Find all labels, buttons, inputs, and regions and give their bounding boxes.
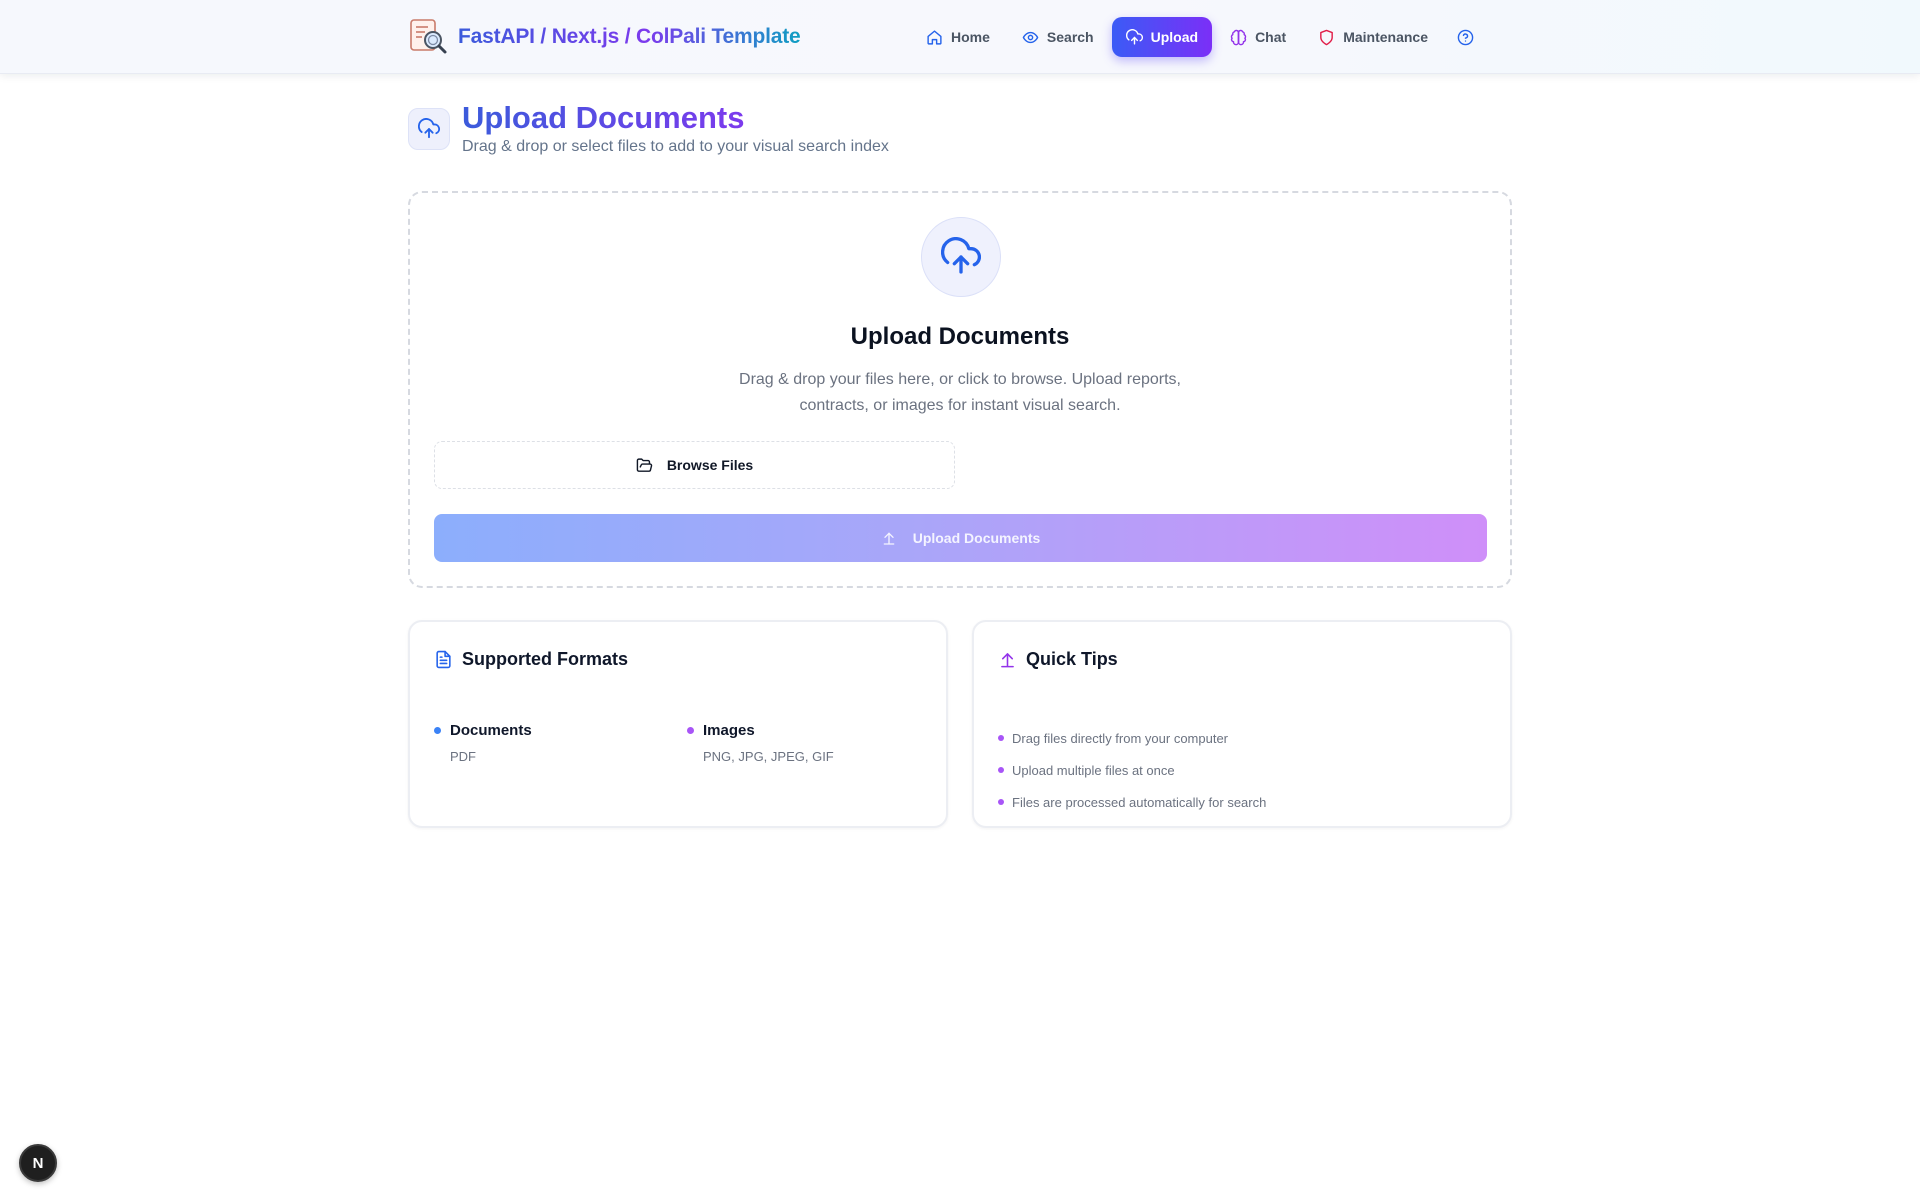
page-title: Upload Documents xyxy=(462,100,745,135)
list-item: Drag files directly from your computer xyxy=(998,722,1266,754)
images-dot xyxy=(687,727,694,734)
documents-dot xyxy=(434,727,441,734)
home-icon xyxy=(926,29,943,46)
format-documents: Documents PDF xyxy=(434,722,532,764)
dropzone-title: Upload Documents xyxy=(850,323,1070,350)
upload-documents-button[interactable]: Upload Documents xyxy=(434,514,1487,562)
bullet-dot xyxy=(998,735,1004,741)
nav-label-home: Home xyxy=(951,29,990,45)
cloud-upload-icon xyxy=(408,108,450,150)
format-name: Documents xyxy=(450,722,532,739)
nav-item-maintenance[interactable]: Maintenance xyxy=(1304,17,1442,57)
help-button[interactable] xyxy=(1448,20,1482,54)
quick-tips-title: Quick Tips xyxy=(1026,649,1118,669)
app-title: FastAPI / Next.js / ColPali Template xyxy=(458,25,801,48)
page-subtitle: Drag & drop or select files to add to yo… xyxy=(462,138,889,155)
nav-label-chat: Chat xyxy=(1255,29,1287,45)
bullet-dot xyxy=(998,767,1004,773)
tip-text: Files are processed automatically for se… xyxy=(1012,794,1267,810)
nav-label-maintenance: Maintenance xyxy=(1343,29,1428,45)
format-types: PNG, JPG, JPEG, GIF xyxy=(703,749,834,764)
main-nav: Home Search Upload Chat Maintenance xyxy=(912,17,1482,57)
nav-item-upload[interactable]: Upload xyxy=(1111,17,1213,57)
upload-documents-label: Upload Documents xyxy=(912,530,1041,546)
nav-label-search: Search xyxy=(1046,29,1094,45)
bullet-dot xyxy=(998,799,1004,805)
supported-formats-card: Supported Formats Documents PDF Images P… xyxy=(408,620,948,828)
brand[interactable]: FastAPI / Next.js / ColPali Template xyxy=(408,18,801,56)
folder-open-icon xyxy=(636,457,653,474)
list-item: Files are processed automatically for se… xyxy=(998,786,1266,818)
eye-icon xyxy=(1022,29,1039,46)
document-search-icon xyxy=(408,18,448,56)
tip-text: Upload multiple files at once xyxy=(1012,762,1175,778)
nav-item-chat[interactable]: Chat xyxy=(1216,17,1300,57)
upload-dropzone[interactable]: Upload Documents Drag & drop your files … xyxy=(408,191,1512,588)
nav-item-search[interactable]: Search xyxy=(1008,17,1108,57)
upload-arrow-icon xyxy=(998,650,1017,669)
top-navbar: FastAPI / Next.js / ColPali Template Hom… xyxy=(0,0,1920,74)
quick-tips-card: Quick Tips Drag files directly from your… xyxy=(972,620,1512,828)
shield-icon xyxy=(1318,29,1335,46)
list-item: Upload multiple files at once xyxy=(998,754,1266,786)
file-text-icon xyxy=(434,650,453,669)
supported-formats-title: Supported Formats xyxy=(462,649,629,669)
dropzone-description: Drag & drop your files here, or click to… xyxy=(739,371,1181,414)
browse-files-label: Browse Files xyxy=(666,457,754,473)
nav-item-home[interactable]: Home xyxy=(912,17,1004,57)
cloud-upload-icon xyxy=(921,217,1001,297)
brain-icon xyxy=(1230,29,1247,46)
format-name: Images xyxy=(703,722,755,739)
help-circle-icon xyxy=(1457,29,1474,46)
cloud-upload-icon xyxy=(1125,28,1143,46)
format-images: Images PNG, JPG, JPEG, GIF xyxy=(687,722,834,764)
quick-tips-heading: Quick Tips xyxy=(998,649,1118,670)
format-types: PDF xyxy=(450,749,476,764)
nav-label-upload: Upload xyxy=(1150,29,1199,45)
tip-text: Drag files directly from your computer xyxy=(1012,730,1229,746)
tips-list: Drag files directly from your computer U… xyxy=(998,722,1266,818)
nextjs-dev-badge[interactable]: N xyxy=(19,1144,57,1182)
browse-files-button[interactable]: Browse Files xyxy=(434,441,955,489)
supported-formats-heading: Supported Formats xyxy=(434,649,628,670)
upload-arrow-icon xyxy=(881,530,897,546)
